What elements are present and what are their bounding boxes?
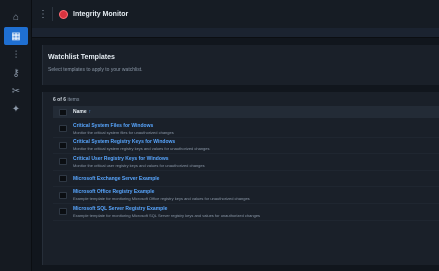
row-checkbox[interactable]: [59, 141, 67, 149]
table-row[interactable]: Microsoft Exchange Server Example: [53, 171, 439, 188]
page-subtitle: Select templates to apply to your watchl…: [48, 67, 143, 73]
templates-list: 6 of 6 items Name ↑ Critical System File…: [42, 92, 439, 265]
row-text: Microsoft Exchange Server Example: [73, 176, 159, 182]
row-text: Critical System Files for Windows Monito…: [73, 123, 174, 135]
row-checkbox[interactable]: [59, 191, 67, 199]
row-text: Microsoft Office Registry Example Exampl…: [73, 189, 250, 201]
pin-icon[interactable]: ✦: [4, 100, 28, 118]
app-title: Integrity Monitor: [73, 10, 129, 18]
table-header: Name ↑: [53, 106, 439, 118]
template-name[interactable]: Critical User Registry Keys for Windows: [73, 156, 205, 162]
divider: [52, 7, 53, 21]
row-checkbox[interactable]: [59, 208, 67, 216]
more-options-icon[interactable]: ⋮: [38, 9, 48, 20]
column-header-name[interactable]: Name: [73, 109, 87, 115]
chart-icon[interactable]: ⫶: [4, 46, 28, 64]
template-name[interactable]: Microsoft Exchange Server Example: [73, 176, 159, 182]
row-checkbox[interactable]: [59, 175, 67, 183]
table-row[interactable]: Microsoft Office Registry Example Exampl…: [53, 187, 439, 204]
grid-icon[interactable]: ▦: [4, 27, 28, 45]
tools-icon[interactable]: ✂: [4, 82, 28, 100]
template-name[interactable]: Microsoft SQL Server Registry Example: [73, 206, 260, 212]
table-body: Critical System Files for Windows Monito…: [53, 121, 439, 221]
select-all-checkbox[interactable]: [59, 108, 67, 116]
page-header: Watchlist Templates Select templates to …: [42, 45, 439, 85]
template-name[interactable]: Microsoft Office Registry Example: [73, 189, 250, 195]
integrity-monitor-icon: [59, 9, 68, 19]
row-text: Critical User Registry Keys for Windows …: [73, 156, 205, 168]
toolbar-strip: [32, 28, 439, 38]
item-count-label: items: [66, 97, 80, 103]
template-description: Monitor the critical user registry keys …: [73, 162, 205, 168]
template-name[interactable]: Critical System Registry Keys for Window…: [73, 139, 210, 145]
row-text: Critical System Registry Keys for Window…: [73, 139, 210, 151]
template-name[interactable]: Critical System Files for Windows: [73, 123, 174, 129]
template-description: Example template for monitoring Microsof…: [73, 196, 250, 202]
template-description: Example template for monitoring Microsof…: [73, 212, 261, 218]
page-title: Watchlist Templates: [48, 54, 115, 61]
sort-ascending-icon[interactable]: ↑: [89, 109, 92, 115]
row-text: Microsoft SQL Server Registry Example Ex…: [73, 206, 260, 218]
main-content: Watchlist Templates Select templates to …: [32, 38, 439, 271]
item-count-value: 6 of 6: [53, 97, 67, 103]
item-count: 6 of 6 items: [53, 97, 79, 103]
template-description: Monitor the critical system files for un…: [73, 129, 174, 135]
key-icon[interactable]: ⚷: [4, 64, 28, 82]
table-row[interactable]: Critical System Registry Keys for Window…: [53, 138, 439, 155]
top-bar: ⋮ Integrity Monitor: [32, 0, 439, 28]
template-description: Monitor the critical system registry key…: [73, 146, 210, 152]
home-icon[interactable]: ⌂: [4, 8, 28, 26]
table-row[interactable]: Critical System Files for Windows Monito…: [53, 121, 439, 138]
left-nav-rail: ⌂ ▦ ⫶ ⚷ ✂ ✦: [0, 0, 32, 271]
row-checkbox[interactable]: [59, 125, 67, 133]
row-checkbox[interactable]: [59, 158, 67, 166]
table-row[interactable]: Critical User Registry Keys for Windows …: [53, 154, 439, 171]
table-row[interactable]: Microsoft SQL Server Registry Example Ex…: [53, 204, 439, 221]
